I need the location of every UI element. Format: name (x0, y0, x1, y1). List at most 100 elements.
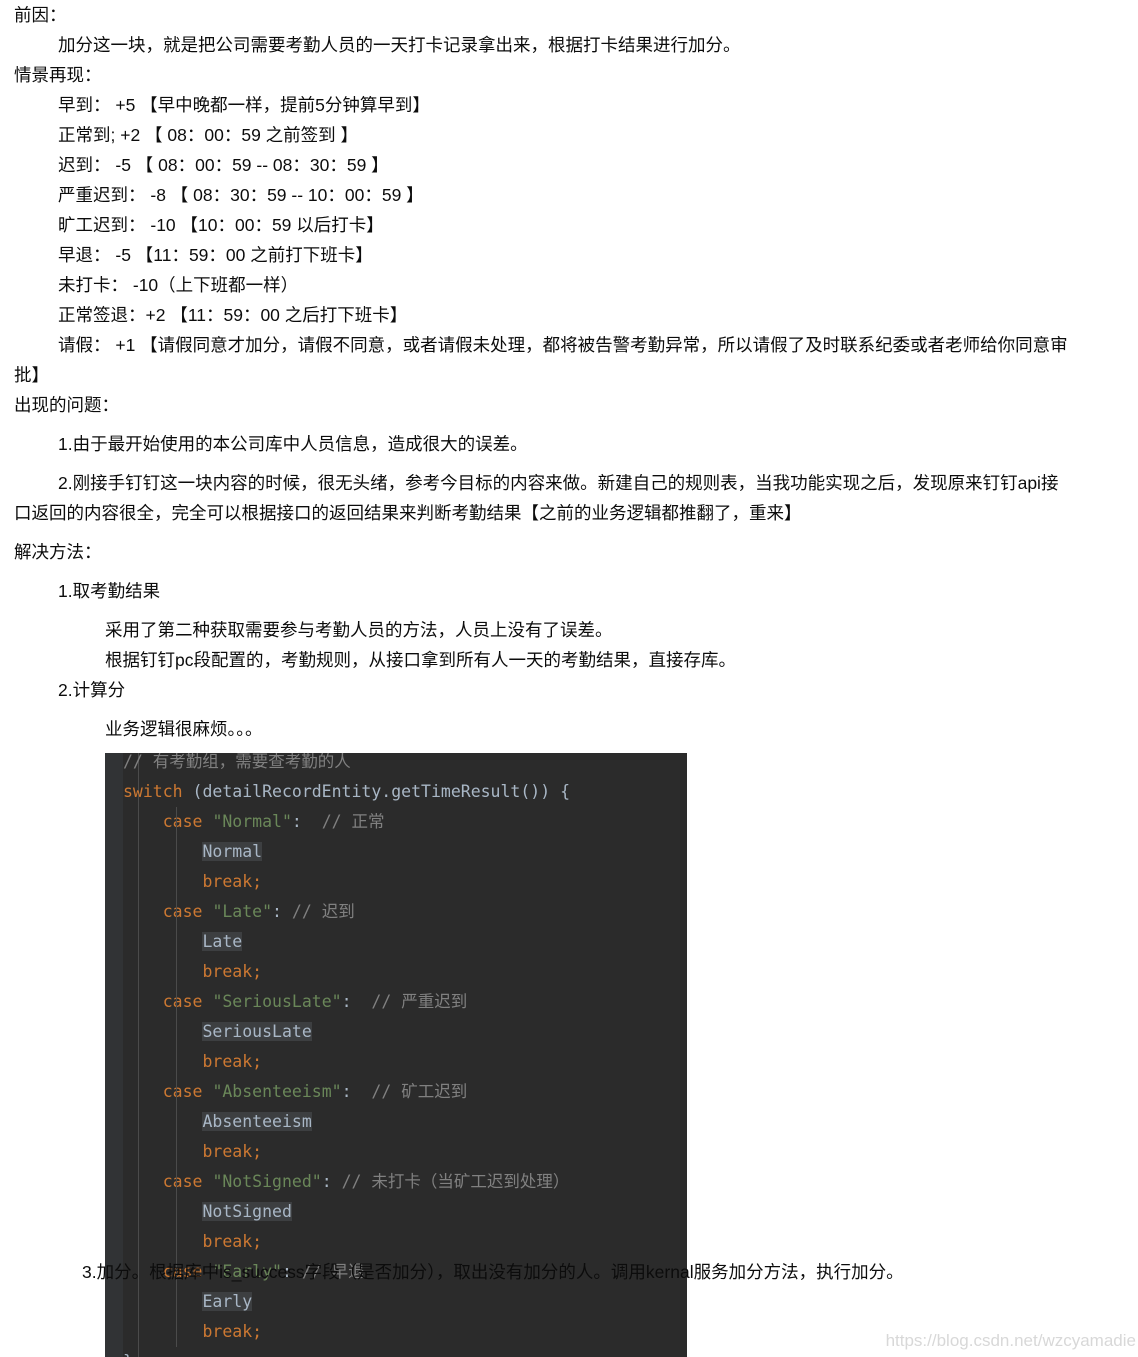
indent-guide-2 (176, 807, 177, 897)
rule-normal-arrive: 正常到; +2 【 08：00：59 之前签到 】 (58, 125, 359, 145)
code-line: break; (123, 1137, 687, 1167)
code-token-kw: switch (123, 782, 183, 801)
solution-2-note1: 业务逻辑很麻烦。。。 (105, 719, 263, 739)
code-token-kw: break; (202, 1142, 263, 1161)
solution-heading: 解决方法： (14, 542, 102, 562)
code-token-kw: case (162, 1172, 203, 1191)
code-token-cmt: // 有考勤组，需要查考勤的人 (123, 753, 351, 771)
rule-not-signed: 未打卡： -10（上下班都一样） (58, 275, 299, 295)
code-token-cmt: // 矿工迟到 (361, 1082, 468, 1101)
footer-row: 3.加分。根据库中is_success字段（是否加分），取出没有加分的人。调用k… (0, 1259, 1138, 1285)
code-token-plain: : (272, 902, 292, 921)
problems-heading: 出现的问题： (14, 395, 119, 415)
code-line: case "NotSigned": // 未打卡（当矿工迟到处理） (123, 1167, 687, 1197)
rule-early-leave: 早退： -5 【11：59：00 之前打下班卡】 (58, 245, 373, 265)
code-token-hl: SeriousLate (202, 1022, 312, 1041)
code-token-plain: : (291, 812, 312, 831)
code-line: switch (detailRecordEntity.getTimeResult… (123, 777, 687, 807)
code-line: break; (123, 1227, 687, 1257)
code-token-cmt: // 正常 (311, 812, 385, 831)
code-token-cmt: // 未打卡（当矿工迟到处理） (341, 1172, 570, 1191)
article-body: 前因： 加分这一块，就是把公司需要考勤人员的一天打卡记录拿出来，根据打卡结果进行… (0, 0, 1138, 1357)
code-line: break; (123, 957, 687, 987)
code-token-str: "NotSigned" (212, 1172, 322, 1191)
code-token-plain: : (341, 992, 362, 1011)
code-line: // 有考勤组，需要查考勤的人 (123, 753, 687, 777)
code-token-hl: Normal (202, 842, 263, 861)
code-token-kw: case (162, 812, 203, 831)
code-line: SeriousLate (123, 1017, 687, 1047)
rule-early-arrive: 早到： +5 【早中晚都一样，提前5分钟算早到】 (58, 95, 430, 115)
code-line: break; (123, 867, 687, 897)
solution-1-note1: 采用了第二种获取需要参与考勤人员的方法，人员上没有了误差。 (105, 620, 613, 640)
code-token-hl: Absenteeism (202, 1112, 312, 1131)
rule-leave-request: 请假： +1 【请假同意才加分，请假不同意，或者请假未处理，都将被告警考勤异常，… (58, 335, 1068, 355)
scenario-heading: 情景再现： (14, 65, 102, 85)
code-line: Normal (123, 837, 687, 867)
code-token-str: "Absenteeism" (212, 1082, 342, 1101)
code-token-str: "SeriousLate" (212, 992, 342, 1011)
problem-2-line1: 2.刚接手钉钉这一块内容的时候，很无头绪，参考今目标的内容来做。新建自己的规则表… (58, 473, 1059, 493)
indent-guide-2 (176, 1167, 177, 1257)
code-token-plain: : (341, 1082, 362, 1101)
code-token-hl: NotSigned (202, 1202, 292, 1221)
code-token-str: "Normal" (212, 812, 292, 831)
code-token-kw: break; (202, 1232, 263, 1251)
code-token-plain: (detailRecordEntity.getTimeResult()) { (182, 782, 571, 801)
code-token-kw: break; (202, 962, 263, 981)
code-token-kw: break; (202, 872, 263, 891)
code-token-plain: } (123, 1352, 133, 1357)
problem-1: 1.由于最开始使用的本公司库中人员信息，造成很大的误差。 (58, 434, 528, 454)
code-line: case "Late": // 迟到 (123, 897, 687, 927)
indent-guide-2 (176, 987, 177, 1077)
indent-guide-2 (176, 897, 177, 987)
code-line: case "Absenteeism": // 矿工迟到 (123, 1077, 687, 1107)
code-token-str: "Late" (212, 902, 273, 921)
footer-step-3: 3.加分。根据库中is_success字段（是否加分），取出没有加分的人。调用k… (82, 1262, 904, 1282)
rule-late: 迟到： -5 【 08：00：59 -- 08：30：59 】 (58, 155, 389, 175)
code-token-cmt: // 严重迟到 (361, 992, 468, 1011)
rule-absent-late: 旷工迟到： -10 【10：00：59 以后打卡】 (58, 215, 384, 235)
solution-1-note2: 根据钉钉pc段配置的，考勤规则，从接口拿到所有人一天的考勤结果，直接存库。 (105, 650, 736, 670)
code-line: NotSigned (123, 1197, 687, 1227)
code-line: case "Normal": // 正常 (123, 807, 687, 837)
code-line: break; (123, 1047, 687, 1077)
rule-serious-late: 严重迟到： -8 【 08：30：59 -- 10：00：59 】 (58, 185, 424, 205)
code-line: } (123, 1347, 687, 1357)
cause-body: 加分这一块，就是把公司需要考勤人员的一天打卡记录拿出来，根据打卡结果进行加分。 (58, 35, 741, 55)
code-line: Early (123, 1287, 687, 1317)
rule-leave-request-continuation: 批】 (14, 365, 49, 385)
code-token-cmt: // 迟到 (291, 902, 355, 921)
code-line: case "SeriousLate": // 严重迟到 (123, 987, 687, 1017)
code-token-plain: : (321, 1172, 342, 1191)
code-line: Absenteeism (123, 1107, 687, 1137)
solution-1-title: 1.取考勤结果 (58, 581, 161, 601)
code-token-hl: Late (202, 932, 243, 951)
solution-2-title: 2.计算分 (58, 680, 126, 700)
problem-2-line2: 口返回的内容很全，完全可以根据接口的返回结果来判断考勤结果【之前的业务逻辑都推翻… (14, 503, 802, 523)
code-token-hl: Early (202, 1292, 253, 1311)
code-token-kw: case (162, 992, 203, 1011)
code-line: break; (123, 1317, 687, 1347)
csdn-watermark: https://blog.csdn.net/wzcyamadie (885, 1331, 1136, 1350)
code-line: Late (123, 927, 687, 957)
